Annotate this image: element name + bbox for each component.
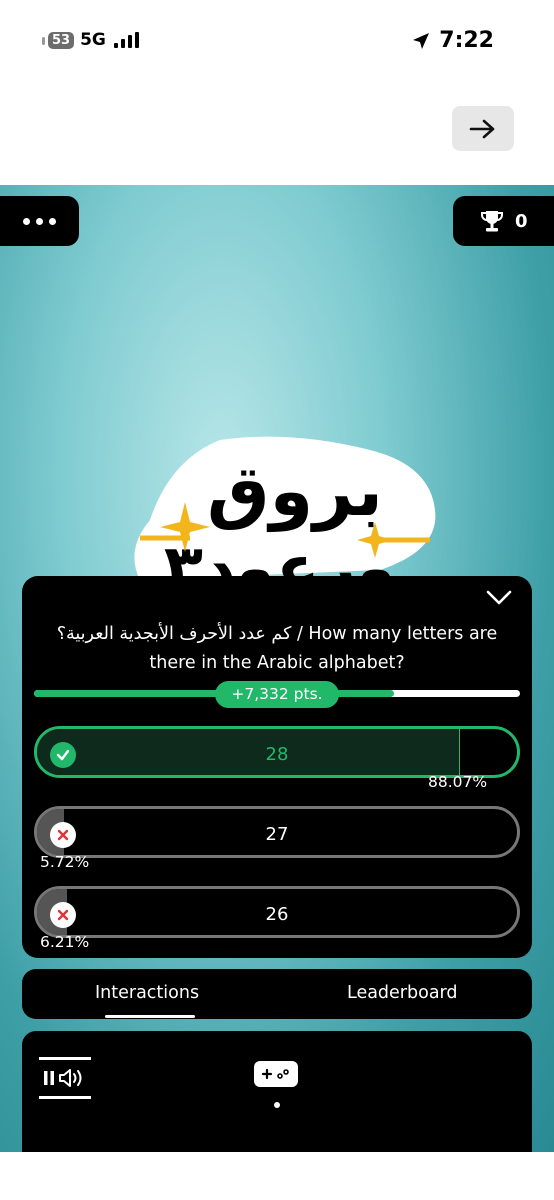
header — [0, 80, 554, 185]
answer-option-28[interactable]: 28 — [34, 726, 520, 778]
option-percent: 88.07% — [428, 773, 488, 791]
quiz-logo: بروق ورعود٣ — [134, 436, 436, 580]
score-value: 0 — [515, 210, 528, 232]
bottom-area — [0, 1152, 554, 1200]
sim-badge: 53 — [41, 31, 75, 49]
check-icon — [50, 742, 76, 768]
option-label: 27 — [265, 824, 289, 845]
status-bar: 53 5G 7:22 — [0, 0, 554, 80]
page-indicator-dot — [274, 1102, 280, 1108]
score-pill: 0 — [453, 196, 554, 246]
answer-option-26[interactable]: 26 — [34, 886, 520, 938]
option-percent: 5.72% — [40, 853, 90, 871]
tab-interactions[interactable]: Interactions — [95, 983, 199, 1003]
chevron-down-icon[interactable] — [486, 590, 512, 606]
active-tab-indicator — [105, 1015, 195, 1018]
x-icon — [50, 902, 76, 928]
interactions-panel — [22, 1031, 532, 1152]
arrow-right-icon — [469, 119, 495, 138]
option-percent: 6.21% — [40, 933, 90, 951]
tab-leaderboard[interactable]: Leaderboard — [347, 983, 458, 1003]
trophy-icon — [481, 211, 503, 232]
progress-fill — [34, 690, 394, 697]
network-type: 5G — [80, 30, 106, 50]
more-dots-icon — [23, 217, 30, 225]
option-label: 26 — [265, 904, 289, 925]
status-left: 53 5G — [41, 30, 139, 50]
audio-control[interactable] — [39, 1057, 91, 1099]
pause-volume-icon — [44, 1069, 82, 1087]
question-text: كم عدد الأحرف الأبجدية العربية؟ / How ma… — [56, 624, 498, 673]
tab-bar: Interactions Leaderboard — [22, 969, 532, 1019]
answer-option-27[interactable]: 27 — [34, 806, 520, 858]
location-arrow-icon — [413, 32, 430, 49]
logo-line1: بروق — [207, 450, 383, 532]
next-button[interactable] — [452, 106, 514, 151]
points-badge: +7,332 pts. — [215, 681, 339, 708]
x-icon — [50, 822, 76, 848]
game-button[interactable] — [254, 1061, 298, 1087]
option-label: 28 — [265, 744, 289, 765]
gamepad-icon — [261, 1068, 289, 1080]
clock: 7:22 — [439, 28, 494, 53]
status-right: 7:22 — [411, 28, 494, 53]
question-card: كم عدد الأحرف الأبجدية العربية؟ / How ma… — [22, 576, 532, 958]
signal-icon — [113, 32, 139, 48]
more-menu-button[interactable] — [0, 196, 79, 246]
